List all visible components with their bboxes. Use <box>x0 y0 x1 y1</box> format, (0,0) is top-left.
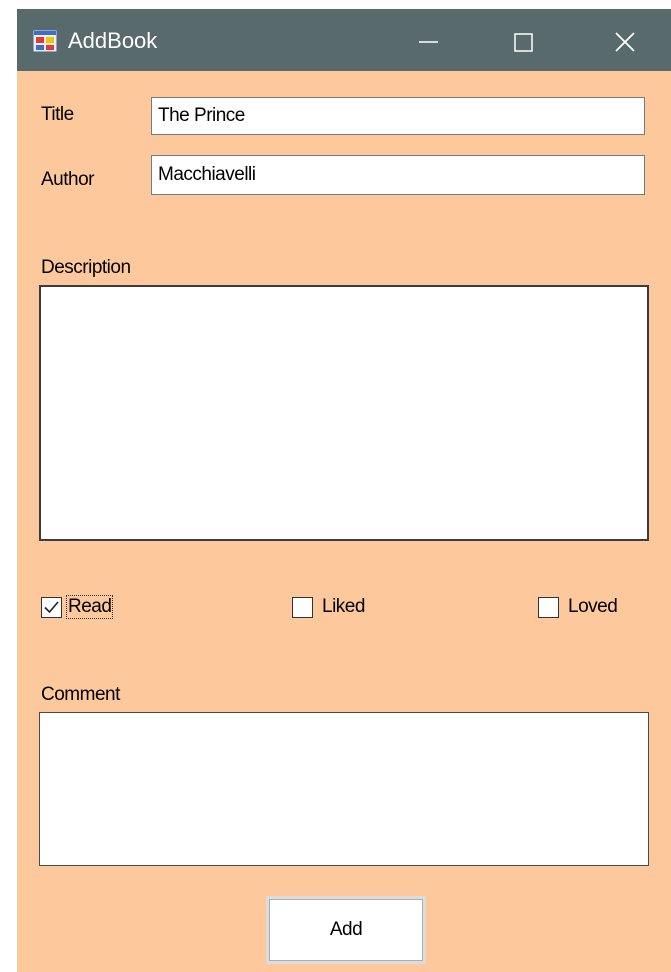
add-button[interactable]: Add <box>266 896 426 964</box>
title-input[interactable] <box>151 97 645 135</box>
author-label: Author <box>41 169 94 190</box>
read-checkbox[interactable]: Read <box>41 595 114 619</box>
liked-checkbox-box[interactable] <box>292 596 313 618</box>
loved-checkbox-box[interactable] <box>538 596 559 618</box>
loved-checkbox-label: Loved <box>568 596 618 617</box>
description-textarea[interactable] <box>39 285 649 541</box>
close-button[interactable] <box>595 9 655 71</box>
addbook-window: AddBook Title Author Description <box>17 9 671 972</box>
liked-checkbox[interactable]: Liked <box>292 596 365 618</box>
description-label: Description <box>41 257 131 278</box>
read-checkbox-box[interactable] <box>41 596 62 618</box>
app-icon <box>32 29 58 53</box>
title-bar[interactable]: AddBook <box>17 9 671 71</box>
read-checkbox-label: Read <box>65 595 114 619</box>
minimize-button[interactable] <box>395 9 455 71</box>
author-input[interactable] <box>151 155 645 195</box>
title-label: Title <box>41 104 74 125</box>
close-icon <box>615 32 635 52</box>
checkmark-icon <box>44 600 59 613</box>
liked-checkbox-label: Liked <box>322 596 365 617</box>
loved-checkbox[interactable]: Loved <box>538 596 618 618</box>
comment-label: Comment <box>41 684 120 705</box>
window-title: AddBook <box>68 28 158 53</box>
comment-textarea[interactable] <box>39 712 649 866</box>
maximize-button[interactable] <box>495 9 555 71</box>
minimize-icon <box>419 41 438 43</box>
maximize-icon <box>514 33 533 52</box>
